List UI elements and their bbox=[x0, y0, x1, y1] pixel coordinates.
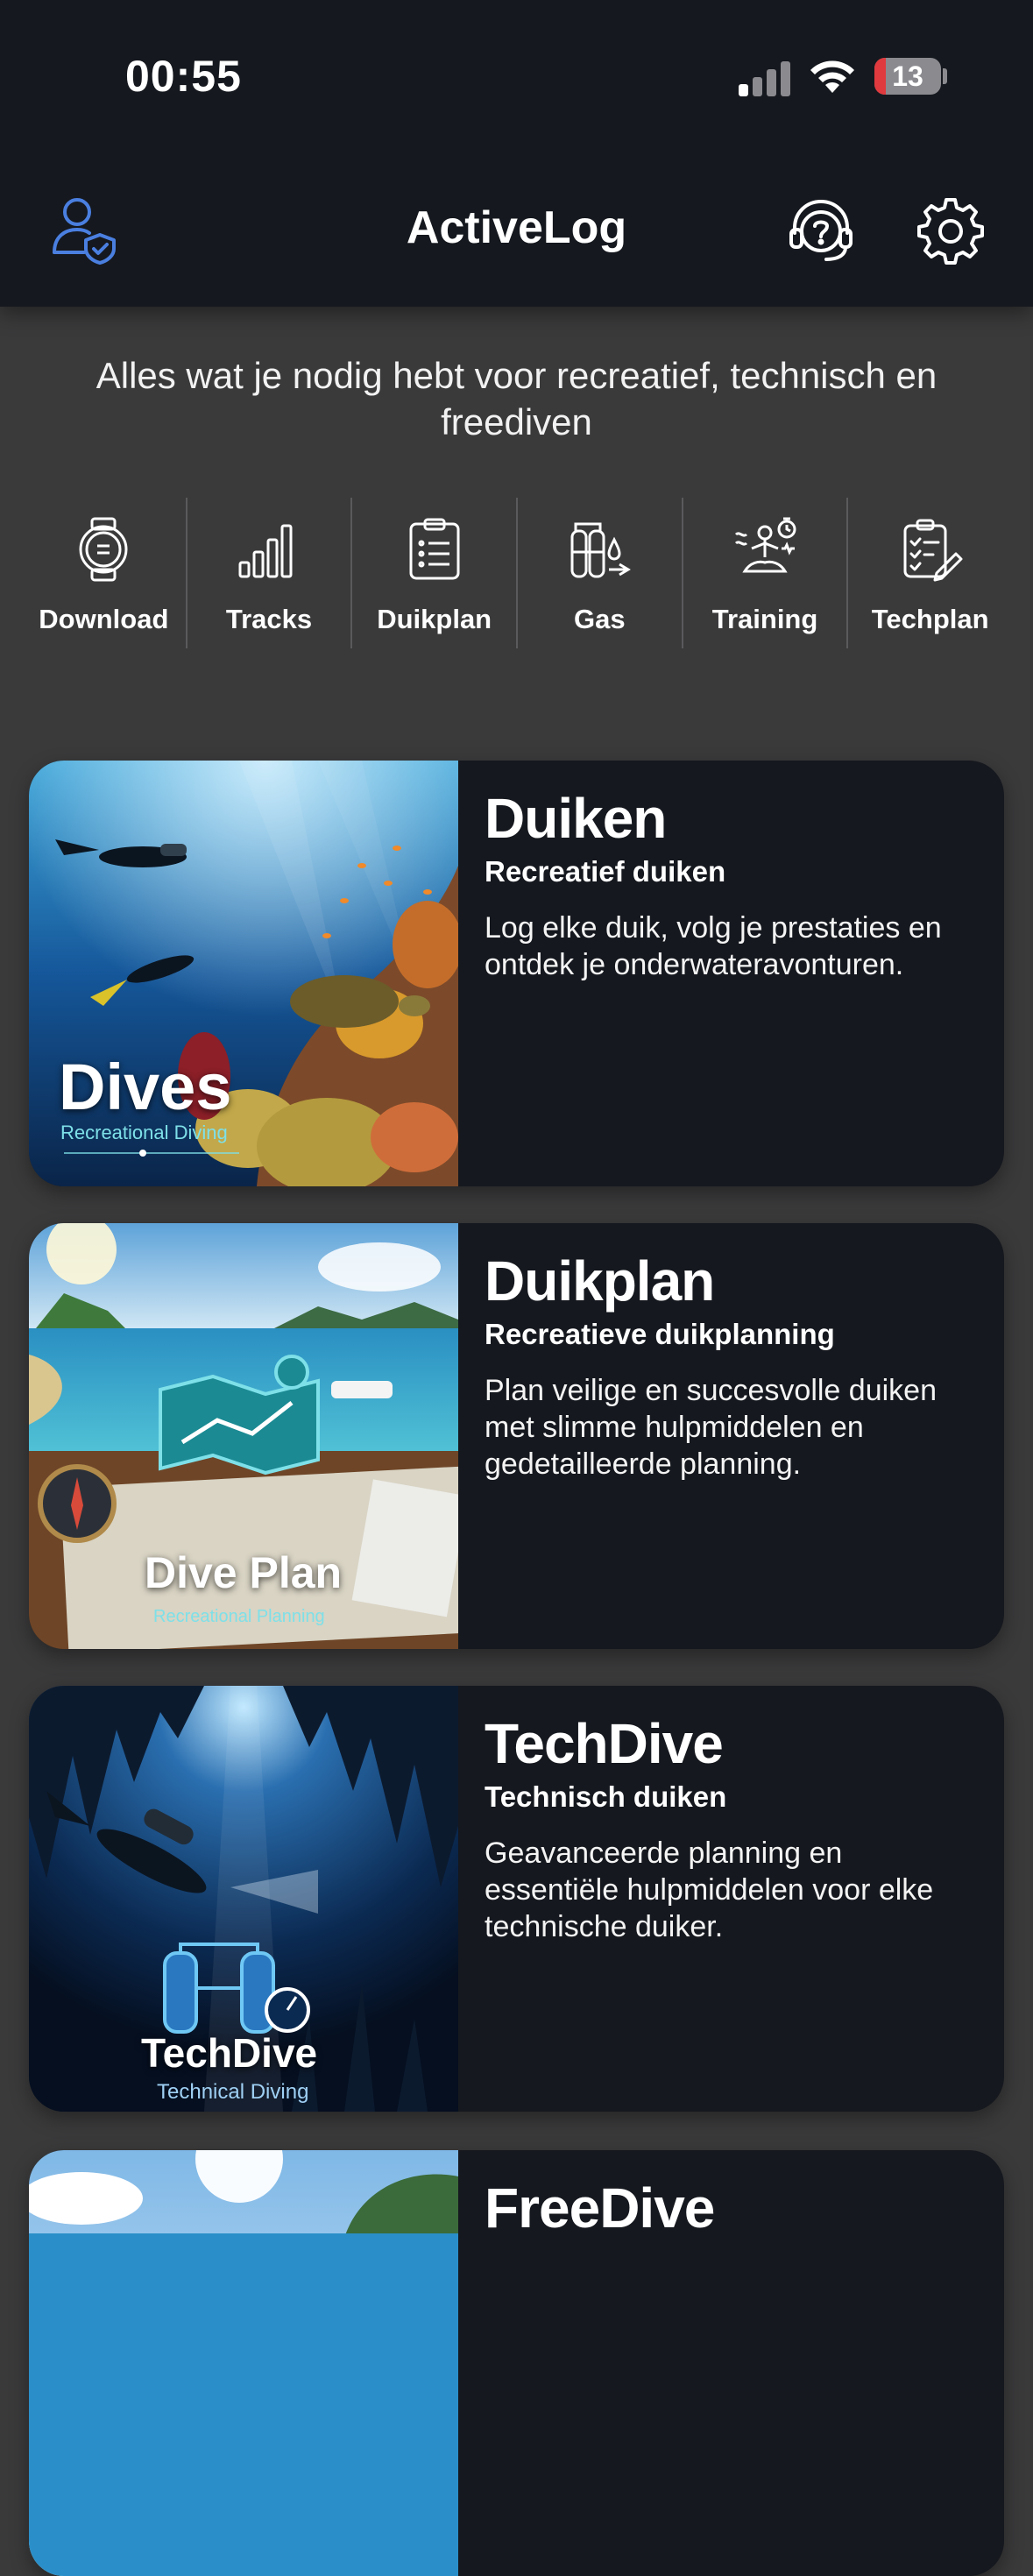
quick-action-gas[interactable]: Gas bbox=[518, 498, 683, 648]
card-description: Geavanceerde planning en essentiële hulp… bbox=[485, 1836, 934, 1943]
watch-icon bbox=[79, 517, 128, 582]
card-duikplan[interactable]: Dive Plan Recreational Planning Duikplan… bbox=[29, 1223, 1004, 1649]
wifi-icon bbox=[810, 60, 854, 93]
quick-action-techplan[interactable]: Techplan bbox=[848, 498, 1012, 648]
quick-action-label: Gas bbox=[574, 604, 626, 634]
headset-help-icon[interactable] bbox=[786, 195, 856, 265]
card-title: Duikplan bbox=[485, 1249, 715, 1313]
card-body: Duiken Recreatief duiken Log elke duik, … bbox=[485, 783, 978, 983]
card-body: TechDive Technisch duiken Geavanceerde p… bbox=[485, 1709, 978, 1945]
tanks-icon bbox=[570, 522, 632, 578]
card-subtitle: Technisch duiken bbox=[485, 1780, 727, 1813]
cellular-signal-icon bbox=[739, 58, 791, 96]
image-subtitle: Technical Diving bbox=[157, 2080, 309, 2104]
card-duiken[interactable]: Dives Recreational Diving Duiken Recreat… bbox=[29, 761, 1004, 1186]
top-bar: 00:55 13 ActiveLog bbox=[0, 0, 1033, 307]
checklist-icon bbox=[903, 519, 963, 582]
quick-action-label: Training bbox=[711, 604, 818, 634]
card-techdive[interactable]: TechDive Technical Diving TechDive Techn… bbox=[29, 1686, 1004, 2112]
clipboard-icon bbox=[409, 518, 460, 580]
card-description: Log elke duik, volg je prestaties en ont… bbox=[485, 911, 942, 981]
image-title: Dive Plan bbox=[145, 1548, 343, 1597]
settings-gear-icon[interactable] bbox=[916, 195, 986, 265]
app-title: ActiveLog bbox=[406, 202, 627, 253]
bar-chart-icon bbox=[238, 524, 293, 578]
image-title: Dives bbox=[59, 1051, 232, 1123]
meditation-icon bbox=[734, 517, 796, 573]
quick-actions-bar: Download Tracks Duikplan Gas Training Te… bbox=[22, 498, 1012, 648]
tagline: Alles wat je nodig hebt voor recreatief,… bbox=[96, 355, 937, 442]
status-time: 00:55 bbox=[125, 52, 242, 101]
quick-action-duikplan[interactable]: Duikplan bbox=[352, 498, 519, 648]
image-subtitle: Recreational Diving bbox=[60, 1122, 228, 1143]
battery-tip bbox=[943, 68, 947, 84]
freedive-card-image bbox=[29, 2150, 458, 2576]
quick-action-training[interactable]: Training bbox=[683, 498, 849, 648]
quick-action-tracks[interactable]: Tracks bbox=[187, 498, 353, 648]
card-title: TechDive bbox=[485, 1712, 724, 1775]
quick-action-download[interactable]: Download bbox=[22, 498, 187, 648]
card-subtitle: Recreatief duiken bbox=[485, 855, 726, 888]
card-freedive[interactable]: FreeDive bbox=[29, 2150, 1004, 2576]
card-title: Duiken bbox=[485, 787, 667, 850]
battery-level: 13 bbox=[892, 60, 923, 92]
card-body: Duikplan Recreatieve duikplanning Plan v… bbox=[485, 1246, 978, 1483]
quick-action-label: Techplan bbox=[871, 604, 989, 634]
quick-action-label: Tracks bbox=[225, 604, 313, 634]
card-title: FreeDive bbox=[485, 2176, 715, 2240]
card-description: Plan veilige en succesvolle duiken met s… bbox=[485, 1374, 937, 1481]
image-subtitle: Recreational Planning bbox=[153, 1607, 325, 1626]
quick-action-label: Duikplan bbox=[377, 604, 492, 634]
battery-indicator: 13 bbox=[874, 58, 941, 95]
card-subtitle: Recreatieve duikplanning bbox=[485, 1318, 835, 1350]
quick-action-label: Download bbox=[39, 604, 169, 634]
card-body: FreeDive bbox=[485, 2173, 978, 2243]
image-title: TechDive bbox=[141, 2030, 318, 2076]
